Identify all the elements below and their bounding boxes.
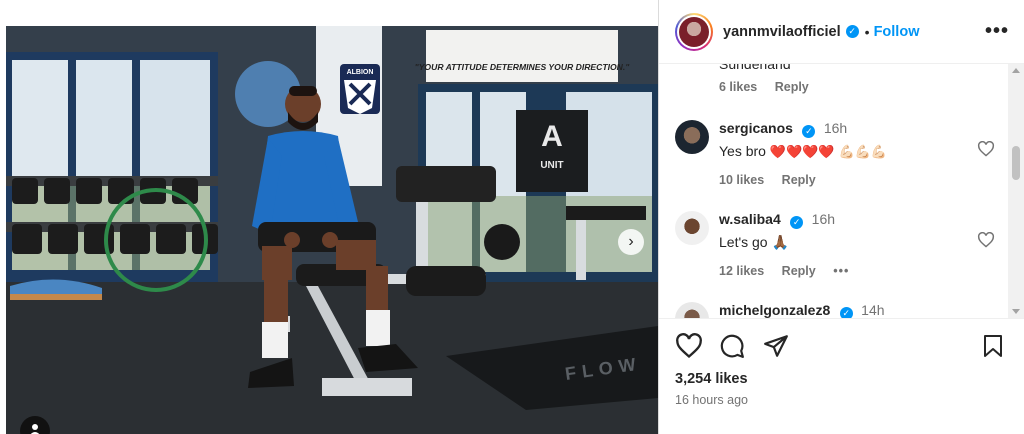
praying-hands-emoji-icon: 🙏🏾 bbox=[771, 234, 789, 250]
next-photo-button[interactable]: › bbox=[618, 229, 644, 255]
comment-text: Let's go 🙏🏾 bbox=[719, 234, 789, 250]
commenter-avatar[interactable] bbox=[675, 120, 709, 154]
motivational-banner: "YOUR ATTITUDE DETERMINES YOUR DIRECTION… bbox=[415, 62, 631, 72]
chevron-right-icon: › bbox=[628, 233, 634, 250]
owner-username[interactable]: yannmvilaofficiel bbox=[723, 24, 841, 40]
more-options-icon[interactable]: ••• bbox=[985, 20, 1009, 43]
unit-sign: A UNIT bbox=[516, 110, 588, 192]
heart-icon[interactable] bbox=[675, 333, 703, 359]
commenter-avatar[interactable] bbox=[675, 302, 709, 318]
comment-options-icon[interactable]: ••• bbox=[833, 264, 849, 278]
club-crest: ALBION bbox=[340, 64, 380, 114]
reply-button[interactable]: Reply bbox=[782, 173, 816, 187]
scroll-up-arrow-icon[interactable] bbox=[1012, 68, 1020, 73]
comment-time[interactable]: 16h bbox=[824, 120, 847, 136]
svg-text:A: A bbox=[541, 120, 563, 153]
like-comment-heart-icon[interactable] bbox=[977, 232, 995, 248]
crest-text: ALBION bbox=[347, 69, 374, 76]
verified-badge-icon: ✓ bbox=[839, 307, 853, 318]
heart-emoji-icons: ❤️❤️❤️❤️ bbox=[769, 144, 835, 159]
commenter-avatar[interactable] bbox=[675, 211, 709, 245]
scrollbar-thumb[interactable] bbox=[1012, 146, 1020, 180]
user-tag-icon bbox=[30, 424, 40, 434]
post-actions: 3,254 likes 16 hours ago bbox=[659, 318, 1024, 434]
owner-avatar[interactable] bbox=[675, 12, 713, 51]
commenter-username[interactable]: w.saliba4 bbox=[719, 211, 781, 227]
separator-dot: • bbox=[864, 23, 870, 40]
likes-count[interactable]: 3,254 likes bbox=[675, 371, 748, 387]
comment-likes[interactable]: 6 likes bbox=[719, 80, 757, 94]
share-icon[interactable] bbox=[763, 333, 789, 359]
comment-meta: 12 likes Reply ••• bbox=[719, 264, 969, 278]
verified-badge-icon: ✓ bbox=[845, 25, 859, 38]
bookmark-icon[interactable] bbox=[981, 333, 1005, 359]
action-icons-row bbox=[675, 333, 1009, 361]
follow-button[interactable]: Follow bbox=[874, 24, 920, 40]
partial-comment-meta: 6 likes Reply bbox=[719, 80, 823, 94]
post-media-panel: ALBION "YOUR ATTITUDE DETERMINES YOUR DI… bbox=[0, 0, 658, 434]
reply-button[interactable]: Reply bbox=[775, 80, 809, 94]
comments-scrollbar[interactable] bbox=[1008, 64, 1024, 318]
verified-badge-icon: ✓ bbox=[790, 216, 804, 229]
comment-likes[interactable]: 10 likes bbox=[719, 173, 764, 187]
comment-likes[interactable]: 12 likes bbox=[719, 264, 764, 278]
partial-comment-text: Sunderland bbox=[719, 64, 791, 72]
post-header: yannmvilaofficiel ✓ • Follow ••• bbox=[659, 0, 1024, 64]
comment-time[interactable]: 14h bbox=[861, 302, 884, 318]
comments-list[interactable]: Sunderland 6 likes Reply sergicanos ✓ 16… bbox=[659, 64, 1009, 318]
reply-button[interactable]: Reply bbox=[782, 264, 816, 278]
commenter-username[interactable]: michelgonzalez8 bbox=[719, 302, 830, 318]
comment-icon[interactable] bbox=[719, 333, 745, 359]
scroll-down-arrow-icon[interactable] bbox=[1012, 309, 1020, 314]
svg-text:UNIT: UNIT bbox=[540, 160, 563, 171]
comment-meta: 10 likes Reply bbox=[719, 173, 969, 187]
comment-time[interactable]: 16h bbox=[812, 211, 835, 227]
post-photo[interactable]: ALBION "YOUR ATTITUDE DETERMINES YOUR DI… bbox=[6, 26, 658, 434]
gym-photo-illustration: ALBION "YOUR ATTITUDE DETERMINES YOUR DI… bbox=[6, 26, 658, 434]
post-side-panel: yannmvilaofficiel ✓ • Follow ••• Sunderl… bbox=[658, 0, 1024, 434]
post-timestamp[interactable]: 16 hours ago bbox=[675, 393, 748, 407]
verified-badge-icon: ✓ bbox=[802, 125, 816, 138]
like-comment-heart-icon[interactable] bbox=[977, 141, 995, 157]
flexed-biceps-emoji-icons: 💪🏻💪🏻💪🏻 bbox=[838, 144, 888, 159]
commenter-username[interactable]: sergicanos bbox=[719, 120, 793, 136]
comment-text: Yes bro ❤️❤️❤️❤️ 💪🏻💪🏻💪🏻 bbox=[719, 143, 888, 159]
